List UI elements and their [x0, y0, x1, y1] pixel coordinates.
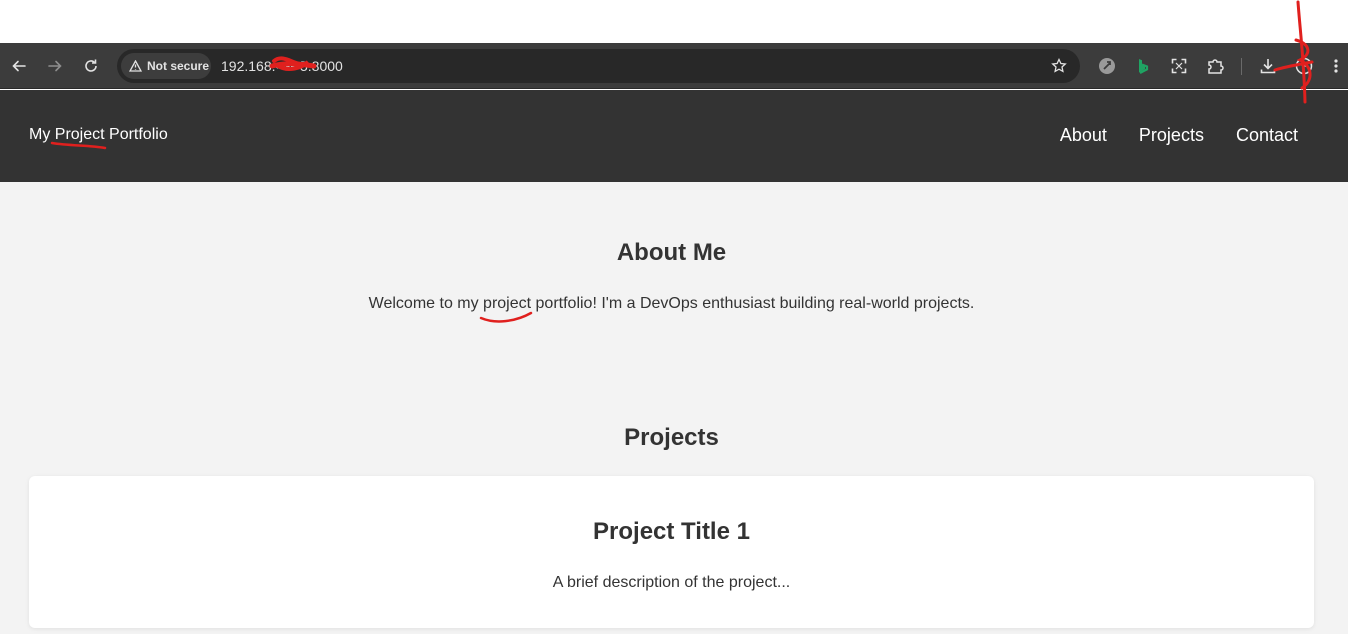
url-text[interactable]: 192.168.•••••5:8000 — [221, 58, 343, 74]
about-text: Welcome to my project portfolio! I'm a D… — [368, 295, 975, 312]
back-icon — [12, 60, 26, 72]
reload-icon — [85, 59, 97, 72]
bing-icon — [1139, 59, 1149, 74]
security-label: Not secure — [147, 59, 210, 73]
forward-button[interactable] — [43, 54, 67, 78]
forward-icon — [48, 60, 62, 72]
back-button[interactable] — [7, 54, 31, 78]
nav-link-projects[interactable]: Projects — [1139, 125, 1204, 146]
extensions-menu-button[interactable] — [1204, 55, 1226, 77]
nav-link-about[interactable]: About — [1060, 125, 1107, 146]
downloads-button[interactable] — [1257, 55, 1279, 77]
page-content: About Me Welcome to my project portfolio… — [0, 182, 1348, 634]
profile-button[interactable] — [1293, 55, 1315, 77]
download-icon — [1260, 59, 1276, 74]
extension-button[interactable] — [1096, 55, 1118, 77]
site-header: My Project Portfolio About Projects Cont… — [0, 90, 1348, 182]
warning-icon — [129, 60, 142, 72]
menu-icon — [1334, 59, 1338, 73]
puzzle-icon — [1208, 59, 1224, 74]
site-brand[interactable]: My Project Portfolio — [29, 126, 168, 144]
project-title: Project Title 1 — [593, 518, 750, 545]
screen-top-area — [0, 0, 1348, 43]
star-icon — [1051, 58, 1067, 73]
reload-button[interactable] — [79, 54, 103, 78]
bookmark-button[interactable] — [1048, 55, 1070, 77]
fullscreen-button[interactable] — [1168, 55, 1190, 77]
about-heading: About Me — [616, 239, 727, 266]
project-description: A brief description of the project... — [552, 574, 791, 591]
profile-icon — [1295, 57, 1313, 75]
extension-icon — [1099, 58, 1115, 74]
bing-extension-button[interactable] — [1132, 55, 1154, 77]
site-nav: About Projects Contact — [1028, 125, 1298, 146]
projects-heading: Projects — [624, 424, 719, 451]
browser-menu-button[interactable] — [1329, 55, 1343, 77]
nav-link-contact[interactable]: Contact — [1236, 125, 1298, 146]
browser-toolbar: Not secure 192.168.•••••5:8000 — [0, 43, 1348, 89]
toolbar-divider — [1241, 58, 1242, 75]
project-card: Project Title 1 A brief description of t… — [29, 476, 1314, 628]
address-bar[interactable]: Not secure 192.168.•••••5:8000 — [117, 49, 1080, 83]
security-chip[interactable]: Not secure — [121, 53, 211, 79]
fullscreen-icon — [1171, 58, 1187, 74]
